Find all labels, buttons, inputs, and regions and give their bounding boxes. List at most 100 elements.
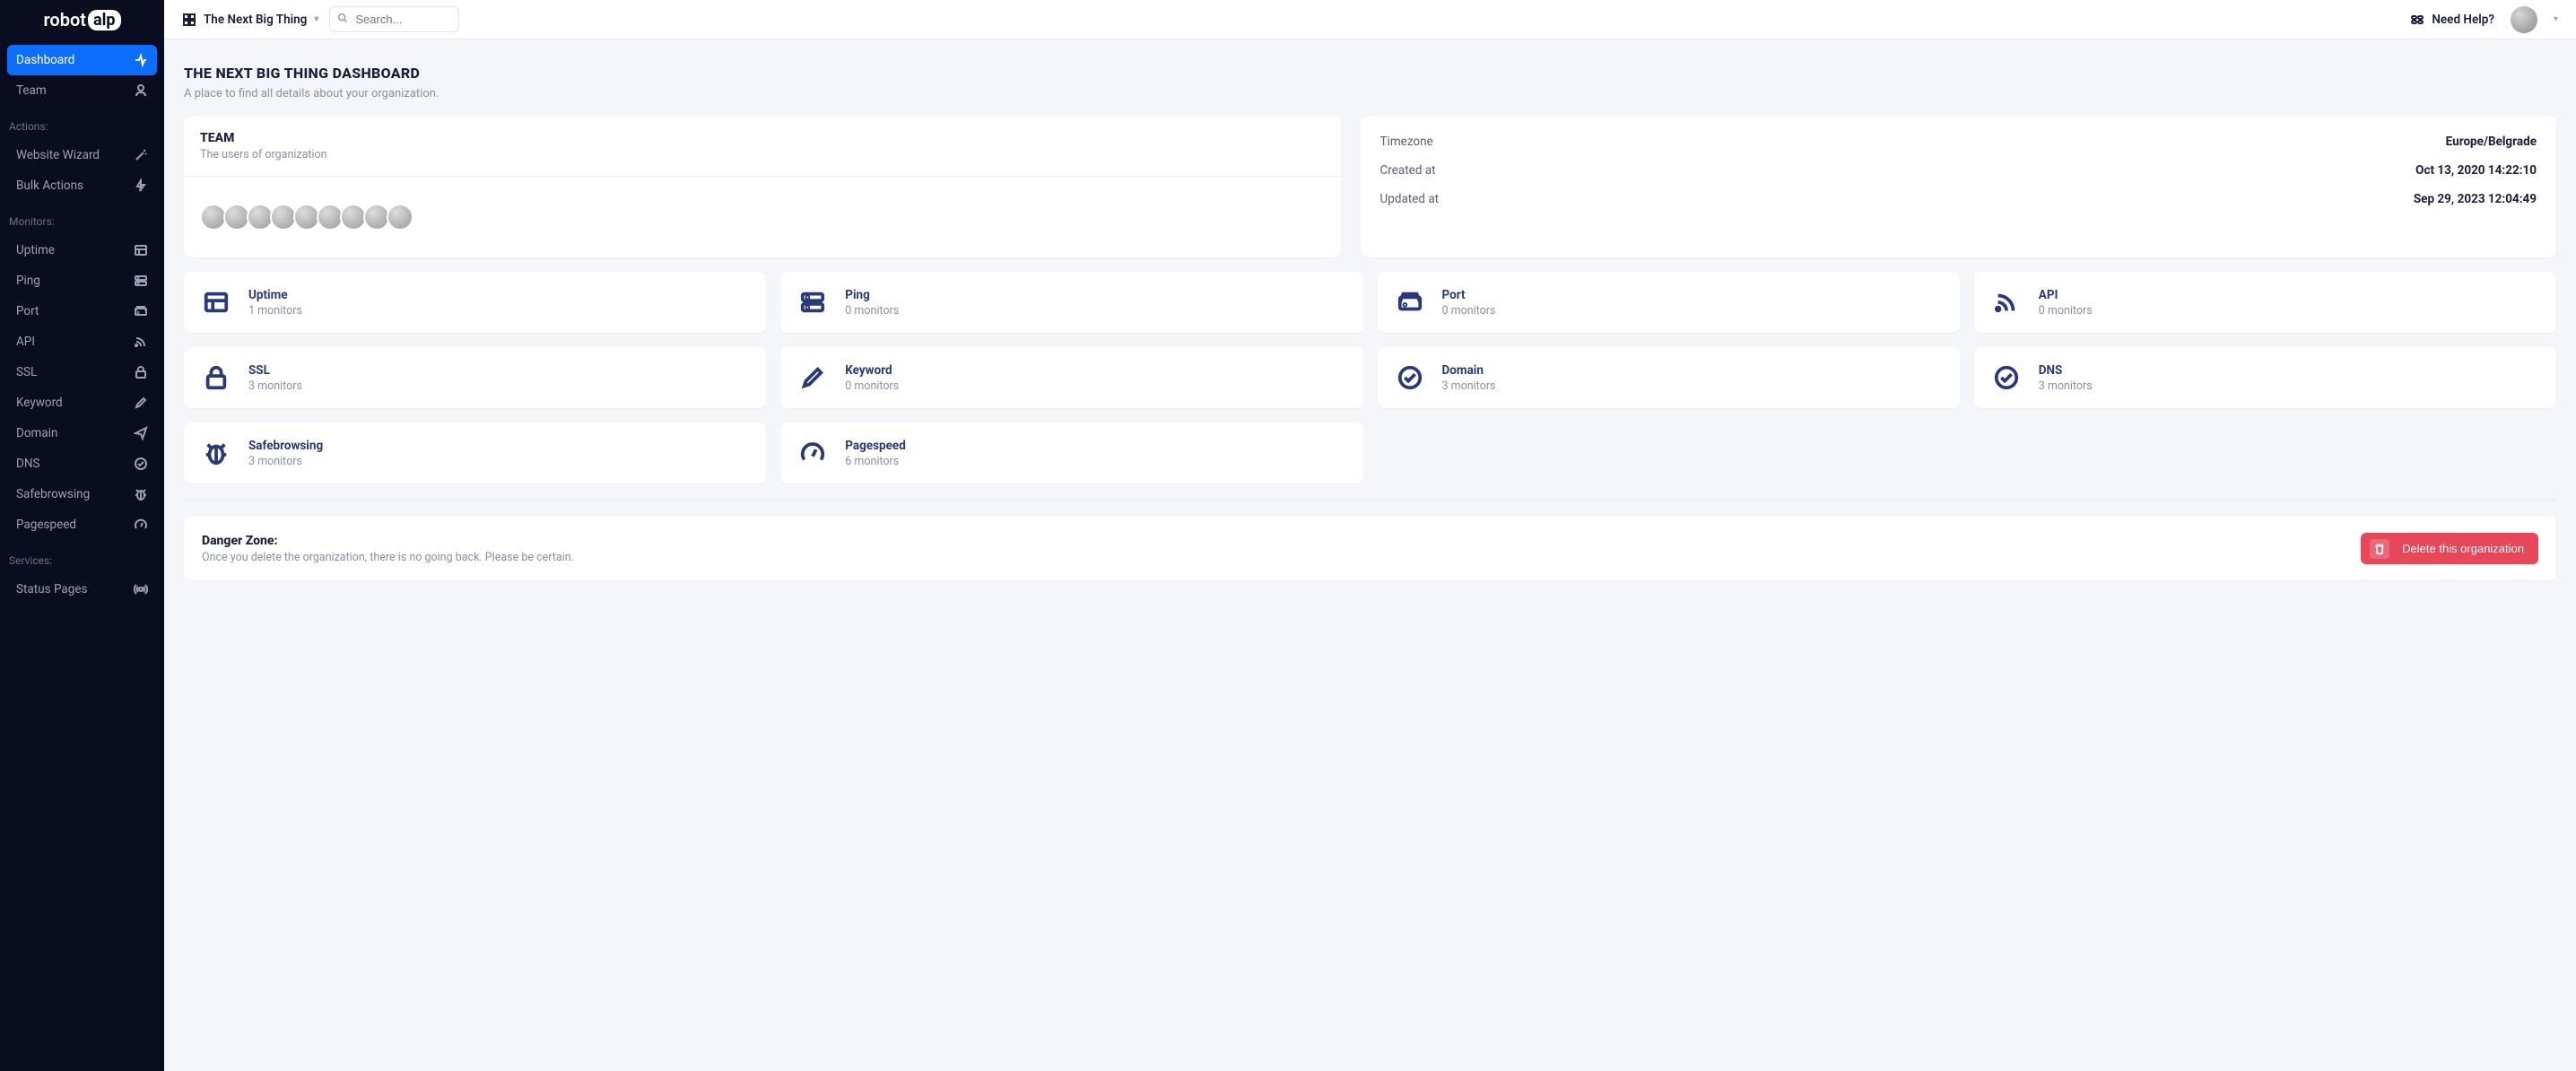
danger-zone: Danger Zone: Once you delete the organiz… [184, 517, 2556, 580]
delete-org-button[interactable]: Delete this organization [2361, 533, 2538, 564]
broadcast-icon [134, 582, 148, 596]
monitor-name: API [2039, 288, 2093, 302]
logo-badge: alp [88, 10, 121, 30]
sidebar-item-label: API [16, 335, 134, 349]
monitor-card-ping[interactable]: Ping 0 monitors [780, 272, 1362, 333]
server-icon [796, 286, 829, 318]
sidebar-item-keyword[interactable]: Keyword [7, 387, 157, 418]
monitor-card-ssl[interactable]: SSL 3 monitors [184, 347, 766, 408]
page-title: THE NEXT BIG THING DASHBOARD [184, 65, 2556, 82]
sidebar-item-label: Status Pages [16, 582, 134, 596]
meta-label: Created at [1380, 163, 1436, 178]
monitor-name: Keyword [845, 363, 899, 378]
sidebar-item-label: Ping [16, 274, 134, 288]
monitor-name: Ping [845, 288, 899, 302]
check-circle-icon [1990, 361, 2023, 394]
user-avatar[interactable] [2511, 6, 2537, 33]
monitor-count: 6 monitors [845, 455, 906, 468]
monitor-count: 3 monitors [1442, 379, 1496, 393]
sidebar-item-label: Safebrowsing [16, 487, 134, 501]
monitor-card-safebrowsing[interactable]: Safebrowsing 3 monitors [184, 422, 766, 483]
monitor-count: 0 monitors [845, 379, 899, 393]
sidebar-item-ssl[interactable]: SSL [7, 357, 157, 387]
monitor-card-domain[interactable]: Domain 3 monitors [1378, 347, 1960, 408]
team-member-avatar[interactable] [387, 204, 413, 231]
bug-icon [200, 437, 232, 469]
sidebar-item-label: Dashboard [16, 53, 134, 67]
layout-icon [200, 286, 232, 318]
sidebar-item-website-wizard[interactable]: Website Wizard [7, 140, 157, 170]
sidebar-item-status-pages[interactable]: Status Pages [7, 574, 157, 605]
sidebar-item-label: Domain [16, 426, 134, 440]
hdd-icon [1394, 286, 1426, 318]
user-icon [134, 83, 148, 98]
sidebar-item-safebrowsing[interactable]: Safebrowsing [7, 479, 157, 509]
monitor-name: Domain [1442, 363, 1496, 378]
server-icon [134, 274, 148, 288]
rss-icon [1990, 286, 2023, 318]
sidebar-section-title: Services: [0, 545, 164, 569]
grid-icon [182, 13, 196, 27]
monitor-count: 3 monitors [2039, 379, 2093, 393]
divider [184, 500, 2556, 501]
sidebar-item-uptime[interactable]: Uptime [7, 235, 157, 266]
pen-icon [134, 396, 148, 410]
org-selector[interactable]: The Next Big Thing ▾ [182, 13, 318, 27]
zap-icon [134, 178, 148, 193]
lock-icon [200, 361, 232, 394]
chevron-down-icon: ▾ [314, 14, 318, 24]
search-box [329, 6, 459, 32]
sidebar-item-team[interactable]: Team [7, 75, 157, 106]
gauge-icon [134, 518, 148, 532]
activity-icon [134, 53, 148, 67]
sidebar-item-label: Uptime [16, 243, 134, 257]
sidebar-item-label: SSL [16, 365, 134, 379]
sidebar-item-label: Website Wizard [16, 148, 134, 162]
sidebar-section-title: Monitors: [0, 206, 164, 230]
trash-icon [2370, 539, 2389, 559]
sidebar-item-ping[interactable]: Ping [7, 266, 157, 296]
meta-label: Updated at [1380, 192, 1440, 206]
monitor-card-port[interactable]: Port 0 monitors [1378, 272, 1960, 333]
sidebar-item-port[interactable]: Port [7, 296, 157, 327]
team-title: TEAM [200, 131, 1325, 145]
sidebar-item-pagespeed[interactable]: Pagespeed [7, 509, 157, 540]
monitor-name: Uptime [248, 288, 302, 302]
header: The Next Big Thing ▾ Need Help? ▾ [164, 0, 2576, 39]
sidebar-item-dns[interactable]: DNS [7, 448, 157, 479]
sidebar: robot alp Dashboard Team Actions: Websit… [0, 0, 164, 1071]
sidebar-item-label: Keyword [16, 396, 134, 410]
wand-icon [134, 148, 148, 162]
monitor-count: 0 monitors [2039, 304, 2093, 318]
danger-title: Danger Zone: [202, 534, 574, 548]
help-icon [2410, 13, 2424, 27]
sidebar-item-dashboard[interactable]: Dashboard [7, 45, 157, 75]
bug-icon [134, 487, 148, 501]
monitor-name: Pagespeed [845, 439, 906, 453]
sidebar-item-api[interactable]: API [7, 327, 157, 357]
user-menu-chevron-icon[interactable]: ▾ [2554, 14, 2558, 24]
page-subtitle: A place to find all details about your o… [184, 87, 2556, 100]
hdd-icon [134, 304, 148, 318]
sidebar-item-domain[interactable]: Domain [7, 418, 157, 448]
meta-row: Updated at Sep 29, 2023 12:04:49 [1380, 192, 2537, 206]
monitor-card-uptime[interactable]: Uptime 1 monitors [184, 272, 766, 333]
monitor-count: 3 monitors [248, 455, 323, 468]
meta-value: Sep 29, 2023 12:04:49 [2414, 192, 2537, 206]
gauge-icon [796, 437, 829, 469]
meta-card: Timezone Europe/Belgrade Created at Oct … [1361, 117, 2557, 257]
monitor-card-api[interactable]: API 0 monitors [1974, 272, 2556, 333]
check-circle-icon [134, 457, 148, 471]
logo[interactable]: robot alp [0, 0, 164, 39]
sidebar-item-bulk-actions[interactable]: Bulk Actions [7, 170, 157, 201]
monitor-card-dns[interactable]: DNS 3 monitors [1974, 347, 2556, 408]
sidebar-item-label: Bulk Actions [16, 178, 134, 193]
monitor-card-keyword[interactable]: Keyword 0 monitors [780, 347, 1362, 408]
sidebar-item-label: Port [16, 304, 134, 318]
need-help-button[interactable]: Need Help? [2410, 13, 2494, 27]
monitor-card-pagespeed[interactable]: Pagespeed 6 monitors [780, 422, 1362, 483]
meta-value: Oct 13, 2020 14:22:10 [2415, 163, 2537, 178]
sidebar-item-label: DNS [16, 457, 134, 471]
meta-row: Created at Oct 13, 2020 14:22:10 [1380, 163, 2537, 178]
meta-label: Timezone [1380, 135, 1433, 149]
